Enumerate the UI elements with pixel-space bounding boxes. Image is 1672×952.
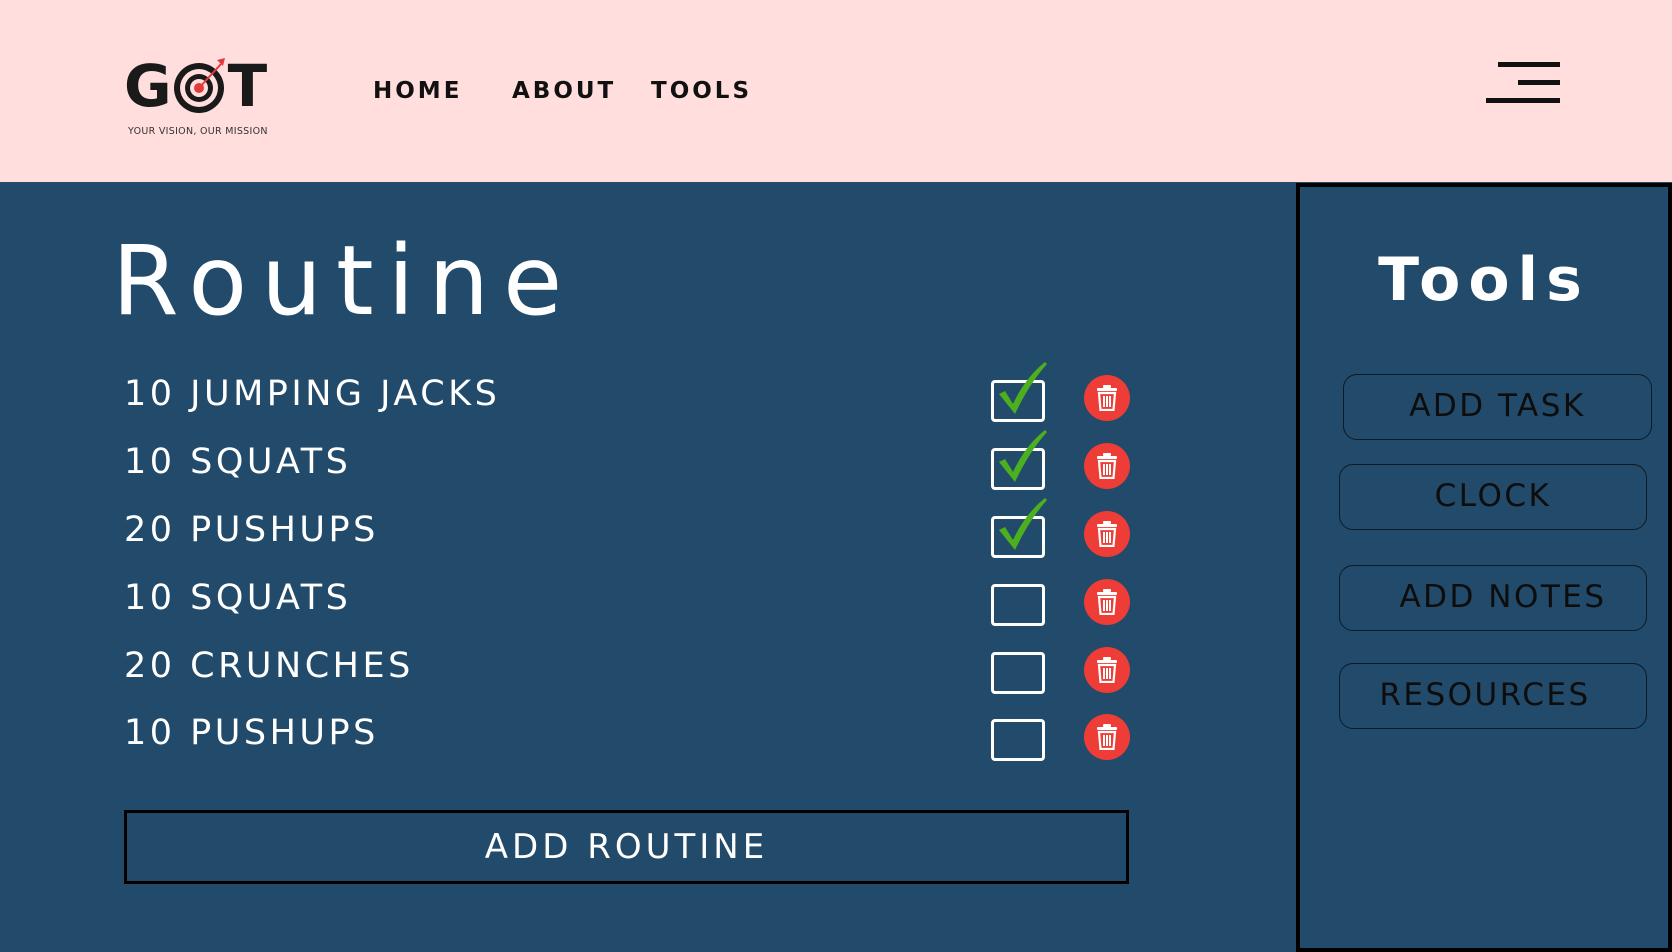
routine-checkbox[interactable] <box>991 584 1045 626</box>
routine-row: 10 PUSHUPS <box>124 711 1134 761</box>
logo-letter-g: G <box>124 52 172 120</box>
routine-row: 20 CRUNCHES <box>124 644 1134 694</box>
nav-home[interactable]: HOME <box>373 74 462 108</box>
header: G T YOUR VISION, OUR MISSION HOME ABOUT … <box>0 0 1672 182</box>
delete-routine-button[interactable] <box>1084 443 1130 489</box>
resources-button[interactable]: RESOURCES <box>1339 663 1647 729</box>
clock-button[interactable]: CLOCK <box>1339 464 1647 530</box>
logo-letter-t: T <box>227 52 268 120</box>
delete-routine-button[interactable] <box>1084 647 1130 693</box>
routine-label: 10 JUMPING JACKS <box>124 374 501 414</box>
routine-checkbox[interactable] <box>991 516 1045 558</box>
logo[interactable]: G T YOUR VISION, OUR MISSION <box>124 54 284 140</box>
trash-icon <box>1097 385 1117 411</box>
routine-row: 10 SQUATS <box>124 576 1134 626</box>
routine-checkbox[interactable] <box>991 652 1045 694</box>
routine-label: 10 PUSHUPS <box>124 713 379 753</box>
routine-checkbox[interactable] <box>991 448 1045 490</box>
routine-row: 20 PUSHUPS <box>124 498 1134 558</box>
add-notes-button[interactable]: ADD NOTES <box>1339 565 1647 631</box>
routine-checkbox[interactable] <box>991 380 1045 422</box>
trash-icon <box>1097 724 1117 750</box>
delete-routine-button[interactable] <box>1084 714 1130 760</box>
logo-tagline: YOUR VISION, OUR MISSION <box>128 126 268 137</box>
nav-about[interactable]: ABOUT <box>512 74 616 108</box>
logo-wordmark: G T <box>124 52 268 120</box>
add-routine-button[interactable]: ADD ROUTINE <box>124 810 1129 884</box>
routine-label: 20 PUSHUPS <box>124 510 379 550</box>
delete-routine-button[interactable] <box>1084 375 1130 421</box>
hamburger-menu-icon[interactable] <box>1486 60 1560 106</box>
routine-row: 10 JUMPING JACKS <box>124 362 1134 422</box>
add-task-button[interactable]: ADD TASK <box>1343 374 1652 440</box>
trash-icon <box>1097 453 1117 479</box>
delete-routine-button[interactable] <box>1084 579 1130 625</box>
routine-label: 10 SQUATS <box>124 578 352 618</box>
trash-icon <box>1097 589 1117 615</box>
delete-routine-button[interactable] <box>1084 511 1130 557</box>
trash-icon <box>1097 521 1117 547</box>
routine-label: 10 SQUATS <box>124 442 352 482</box>
trash-icon <box>1097 657 1117 683</box>
target-icon <box>171 58 227 114</box>
routine-checkbox[interactable] <box>991 719 1045 761</box>
page-title: Routine <box>112 225 577 337</box>
nav-tools[interactable]: TOOLS <box>651 74 752 108</box>
routine-row: 10 SQUATS <box>124 430 1134 490</box>
routine-label: 20 CRUNCHES <box>124 646 414 686</box>
sidebar-title: Tools <box>1378 245 1590 315</box>
